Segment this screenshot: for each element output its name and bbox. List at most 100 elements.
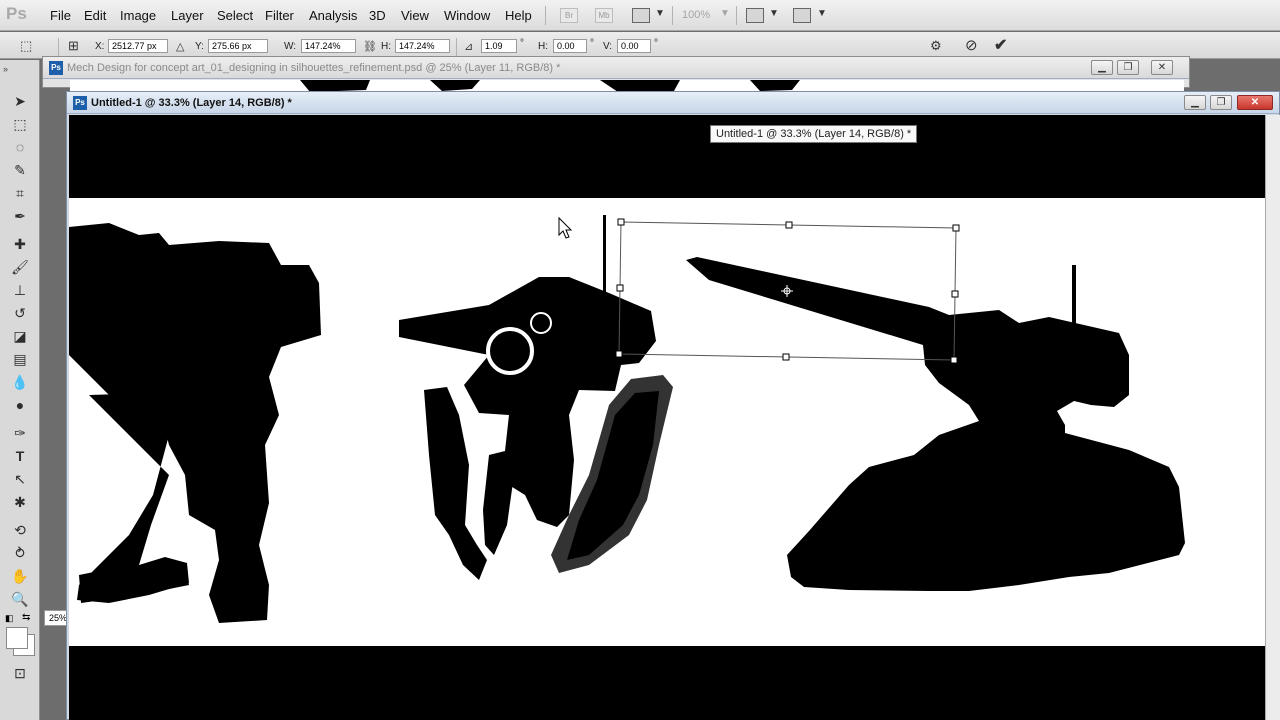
- skew-v-field[interactable]: 0.00: [617, 39, 651, 53]
- delta-icon[interactable]: △: [176, 40, 184, 53]
- zoom-icon[interactable]: 🔍: [8, 588, 32, 610]
- menu-help[interactable]: Help: [505, 8, 532, 23]
- menu-separator: [545, 6, 546, 25]
- degree-symbol: °: [590, 38, 594, 49]
- close-button[interactable]: ✕: [1237, 95, 1273, 110]
- chevron-down-icon[interactable]: ▼: [769, 8, 779, 19]
- pen-icon[interactable]: ✑: [8, 422, 32, 444]
- minimize-button[interactable]: ▁: [1091, 60, 1113, 75]
- menu-edit[interactable]: Edit: [84, 8, 106, 23]
- degree-symbol: °: [520, 38, 524, 49]
- menu-3d[interactable]: 3D: [369, 8, 386, 23]
- y-position-field[interactable]: 275.66 px: [208, 39, 268, 53]
- move-tool-preset-icon[interactable]: ⬚: [20, 38, 32, 54]
- options-separator: [58, 38, 59, 57]
- screen-extras-icon[interactable]: [632, 8, 650, 23]
- w-label: W:: [284, 41, 297, 52]
- app-logo: Ps: [6, 4, 27, 23]
- y-label: Y:: [195, 41, 204, 52]
- crop-icon[interactable]: ⌗: [8, 182, 32, 204]
- background-document-titlebar[interactable]: Ps Mech Design for concept art_01_design…: [43, 57, 1189, 79]
- default-colors-icon[interactable]: ◧: [5, 613, 14, 624]
- quick-select-icon[interactable]: ✎: [8, 159, 32, 181]
- tools-panel: » ➤ ⬚ ◌ ✎ ⌗ ✒ ✚ 🖌 ⊥ ↺ ◪ ▤ 💧 ● ✑ T ↖ ✱ ⟲ …: [0, 60, 40, 720]
- chevron-down-icon[interactable]: ▼: [655, 8, 665, 19]
- options-separator: [456, 38, 457, 57]
- menu-bar: Ps File Edit Image Layer Select Filter A…: [0, 0, 1280, 31]
- menu-file[interactable]: File: [50, 8, 71, 23]
- eraser-icon[interactable]: ◪: [8, 325, 32, 347]
- 3d-orbit-icon[interactable]: ⥁: [8, 542, 32, 564]
- menu-analysis[interactable]: Analysis: [309, 8, 357, 23]
- arrange-documents-icon[interactable]: [746, 8, 764, 23]
- foreground-color-swatch[interactable]: [6, 627, 28, 649]
- height-field[interactable]: 147.24%: [395, 39, 450, 53]
- menu-layer[interactable]: Layer: [171, 8, 204, 23]
- transform-handle: [616, 284, 624, 292]
- commit-transform-icon[interactable]: ✔: [994, 35, 1007, 55]
- active-document-titlebar[interactable]: Ps Untitled-1 @ 33.3% (Layer 14, RGB/8) …: [67, 92, 1279, 114]
- close-button[interactable]: ✕: [1151, 60, 1173, 75]
- history-brush-icon[interactable]: ↺: [8, 302, 32, 324]
- rotation-angle-field[interactable]: 1.09: [481, 39, 517, 53]
- vertical-scrollbar[interactable]: [1265, 115, 1280, 720]
- active-document-title: Untitled-1 @ 33.3% (Layer 14, RGB/8) *: [91, 97, 292, 109]
- transform-handle: [952, 224, 960, 232]
- skew-h-field[interactable]: 0.00: [553, 39, 587, 53]
- menu-window[interactable]: Window: [444, 8, 490, 23]
- minimize-button[interactable]: ▁: [1184, 95, 1206, 110]
- chevron-down-icon[interactable]: ▼: [720, 8, 730, 19]
- move-tool-icon[interactable]: ➤: [8, 90, 32, 112]
- x-position-field[interactable]: 2512.77 px: [108, 39, 168, 53]
- mech-silhouettes-artwork[interactable]: [69, 115, 1265, 720]
- degree-symbol: °: [654, 38, 658, 49]
- transform-handle: [951, 290, 959, 298]
- 3d-rotate-icon[interactable]: ⟲: [8, 519, 32, 541]
- marquee-icon[interactable]: ⬚: [8, 113, 32, 135]
- maximize-button[interactable]: ❐: [1210, 95, 1232, 110]
- rotate-angle-icon: ⊿: [464, 41, 474, 53]
- lasso-icon[interactable]: ◌: [8, 136, 32, 158]
- mini-bridge-icon[interactable]: Mb: [595, 8, 613, 23]
- brush-icon[interactable]: 🖌: [8, 256, 32, 278]
- menu-select[interactable]: Select: [217, 8, 253, 23]
- zoom-level-dropdown[interactable]: 100%: [682, 9, 710, 21]
- chevron-down-icon[interactable]: ▼: [817, 8, 827, 19]
- shape-icon[interactable]: ✱: [8, 491, 32, 513]
- ps-document-icon: Ps: [73, 96, 87, 110]
- document-canvas[interactable]: [69, 115, 1265, 720]
- link-icon[interactable]: ⛓: [363, 40, 377, 53]
- reference-point-icon[interactable]: ⊞: [68, 38, 79, 54]
- menu-filter[interactable]: Filter: [265, 8, 294, 23]
- bridge-icon[interactable]: Br: [560, 8, 578, 23]
- eyedropper-icon[interactable]: ✒: [8, 205, 32, 227]
- dodge-icon[interactable]: ●: [8, 394, 32, 416]
- hand-icon[interactable]: ✋: [8, 565, 32, 587]
- width-field[interactable]: 147.24%: [301, 39, 356, 53]
- menu-separator: [736, 6, 737, 25]
- healing-icon[interactable]: ✚: [8, 233, 32, 255]
- skew-h-label: H:: [538, 41, 548, 52]
- x-label: X:: [95, 41, 105, 52]
- quick-mask-icon[interactable]: ⊡: [8, 662, 32, 684]
- warp-mode-icon[interactable]: ⚙: [930, 38, 942, 54]
- maximize-button[interactable]: ❐: [1117, 60, 1139, 75]
- path-select-icon[interactable]: ↖: [8, 468, 32, 490]
- skew-v-label: V:: [603, 41, 613, 52]
- type-icon[interactable]: T: [8, 445, 32, 467]
- transform-handle: [615, 350, 623, 358]
- screen-mode-icon[interactable]: [793, 8, 811, 23]
- background-document-title: Mech Design for concept art_01_designing…: [67, 62, 561, 74]
- collapse-panel-icon[interactable]: »: [3, 64, 8, 74]
- swap-colors-icon[interactable]: ⇆: [22, 612, 30, 623]
- menu-view[interactable]: View: [401, 8, 429, 23]
- transform-handle: [782, 353, 790, 361]
- h-label: H:: [381, 41, 391, 52]
- gradient-icon[interactable]: ▤: [8, 348, 32, 370]
- cancel-transform-icon[interactable]: ⊘: [965, 36, 978, 54]
- menu-image[interactable]: Image: [120, 8, 156, 23]
- menu-separator: [672, 6, 673, 25]
- transform-handle: [617, 218, 625, 226]
- blur-icon[interactable]: 💧: [8, 371, 32, 393]
- clone-stamp-icon[interactable]: ⊥: [8, 279, 32, 301]
